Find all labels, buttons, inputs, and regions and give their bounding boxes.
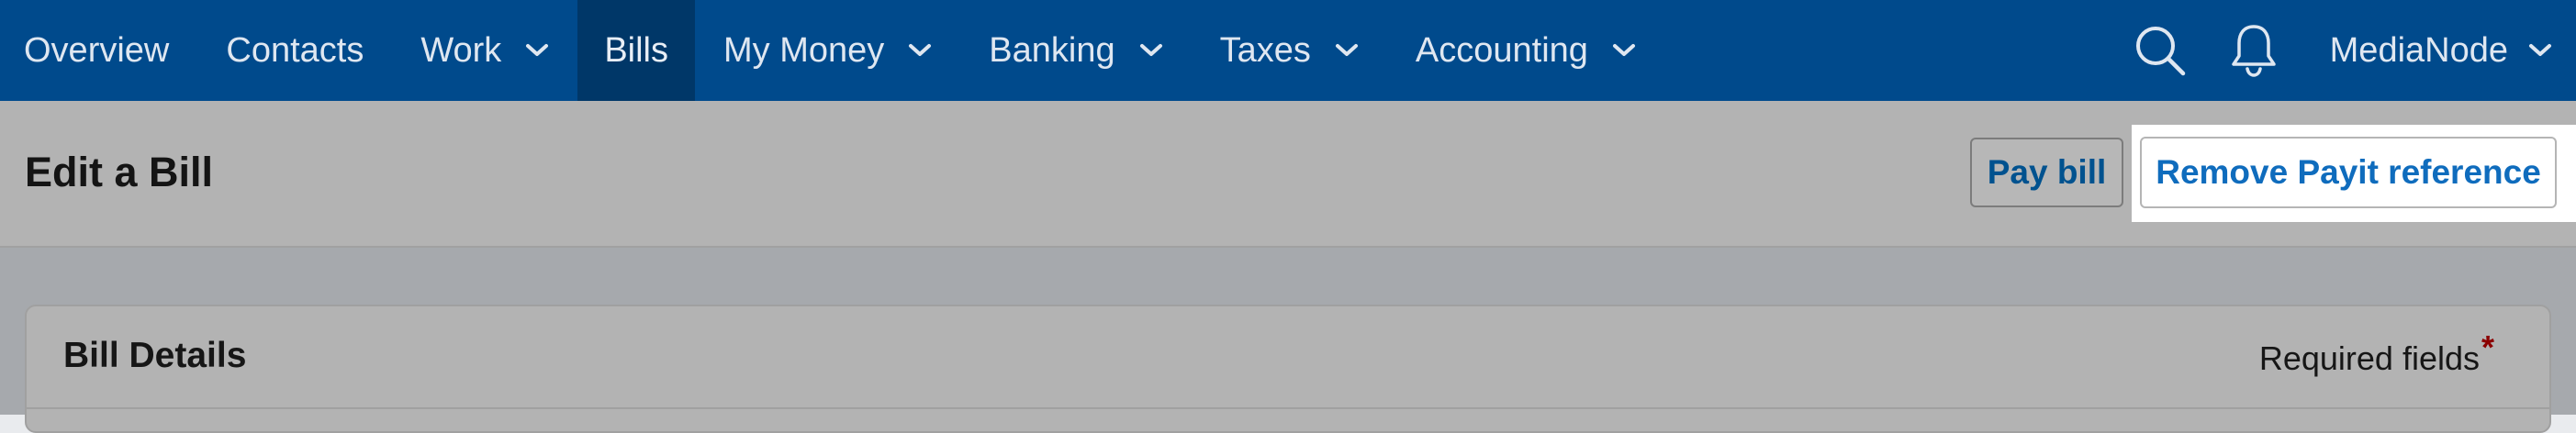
nav-item-label: My Money (723, 30, 885, 70)
nav-item-label: Taxes (1219, 30, 1311, 70)
required-fields-label: Required fields (2258, 339, 2480, 377)
nav-item-bills[interactable]: Bills (577, 0, 695, 101)
page-header: Edit a Bill Pay bill Remove Payit refere… (0, 101, 2576, 248)
nav-item-label: Overview (24, 30, 170, 70)
top-nav: Overview Contacts Work Bills My Money Ba… (0, 0, 2576, 101)
nav-item-overview[interactable]: Overview (0, 0, 197, 101)
chevron-down-icon (1612, 44, 1635, 56)
org-switcher[interactable]: MediaNode (2330, 31, 2576, 71)
nav-item-contacts[interactable]: Contacts (197, 0, 392, 101)
bell-icon (2231, 25, 2276, 77)
nav-item-taxes[interactable]: Taxes (1192, 0, 1387, 101)
nav-item-label: Bills (604, 30, 668, 70)
chevron-down-icon (909, 44, 932, 56)
nav-item-label: Banking (989, 30, 1115, 70)
page-title: Edit a Bill (25, 149, 214, 195)
search-button[interactable] (2128, 0, 2192, 101)
card-divider (27, 407, 2549, 409)
required-marker: * (2481, 328, 2494, 366)
chevron-down-icon (1139, 44, 1162, 56)
org-name: MediaNode (2329, 30, 2508, 70)
nav-item-accounting[interactable]: Accounting (1387, 0, 1664, 101)
nav-item-work[interactable]: Work (392, 0, 577, 101)
required-fields-note: Required fields* (2258, 328, 2494, 378)
nav-item-label: Accounting (1415, 30, 1588, 70)
chevron-down-icon (526, 44, 549, 56)
main-content: Bill Details Required fields* (0, 248, 2576, 433)
nav-right-group: MediaNode (2128, 0, 2576, 101)
notifications-button[interactable] (2222, 0, 2286, 101)
nav-item-my-money[interactable]: My Money (695, 0, 960, 101)
card-title: Bill Details (63, 336, 247, 375)
remove-payit-reference-button[interactable]: Remove Payit reference (2140, 137, 2557, 208)
search-icon (2135, 27, 2185, 76)
bill-details-card: Bill Details Required fields* (25, 305, 2551, 433)
pay-bill-button[interactable]: Pay bill (1970, 138, 2123, 207)
nav-item-label: Work (420, 30, 502, 70)
chevron-down-icon (2529, 44, 2551, 56)
nav-item-label: Contacts (226, 30, 364, 70)
chevron-down-icon (1335, 44, 1358, 56)
nav-item-banking[interactable]: Banking (960, 0, 1191, 101)
